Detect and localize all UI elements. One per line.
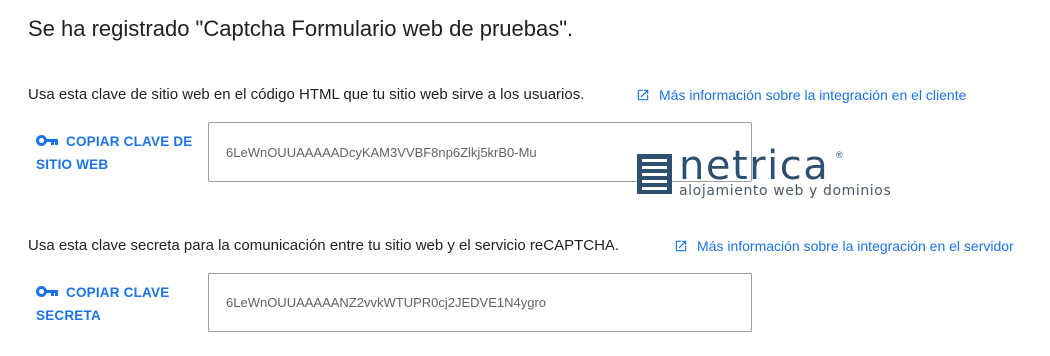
copy-secret-key-button[interactable]: COPIAR CLAVE SECRETA	[36, 281, 186, 327]
server-integration-link[interactable]: Más información sobre la integración en …	[674, 238, 1014, 254]
page-title: Se ha registrado "Captcha Formulario web…	[28, 16, 574, 41]
copy-site-key-button[interactable]: COPIAR CLAVE DE SITIO WEB	[36, 130, 206, 176]
client-integration-link-label: Más información sobre la integración en …	[659, 87, 967, 103]
open-in-new-icon	[675, 240, 687, 252]
vpn-key-icon	[36, 135, 58, 147]
netrica-watermark-logo: netrica ® alojamiento web y dominios	[637, 143, 891, 202]
site-key-value: 6LeWnOUUAAAAADcyKAM3VVBF8np6Zlkj5krB0-Mu	[226, 144, 537, 160]
server-integration-link-label: Más información sobre la integración en …	[697, 238, 1014, 254]
secret-key-description: Usa esta clave secreta para la comunicac…	[28, 237, 620, 254]
brand-wordmark: netrica	[679, 143, 830, 189]
open-in-new-icon	[637, 89, 649, 101]
secret-key-field[interactable]: 6LeWnOUUAAAAANZ2vvkWTUPR0cj2JEDVE1N4ygro	[208, 273, 752, 332]
copy-site-key-label: COPIAR CLAVE DE SITIO WEB	[36, 134, 193, 172]
client-integration-link[interactable]: Más información sobre la integración en …	[636, 87, 966, 103]
brand-tagline: alojamiento web y dominios	[679, 183, 892, 199]
vpn-key-icon	[36, 286, 58, 298]
site-key-description: Usa esta clave de sitio web en el código…	[28, 86, 585, 103]
secret-key-value: 6LeWnOUUAAAAANZ2vvkWTUPR0cj2JEDVE1N4ygro	[226, 295, 547, 310]
registered-mark: ®	[836, 150, 843, 160]
server-stack-icon	[637, 154, 672, 194]
